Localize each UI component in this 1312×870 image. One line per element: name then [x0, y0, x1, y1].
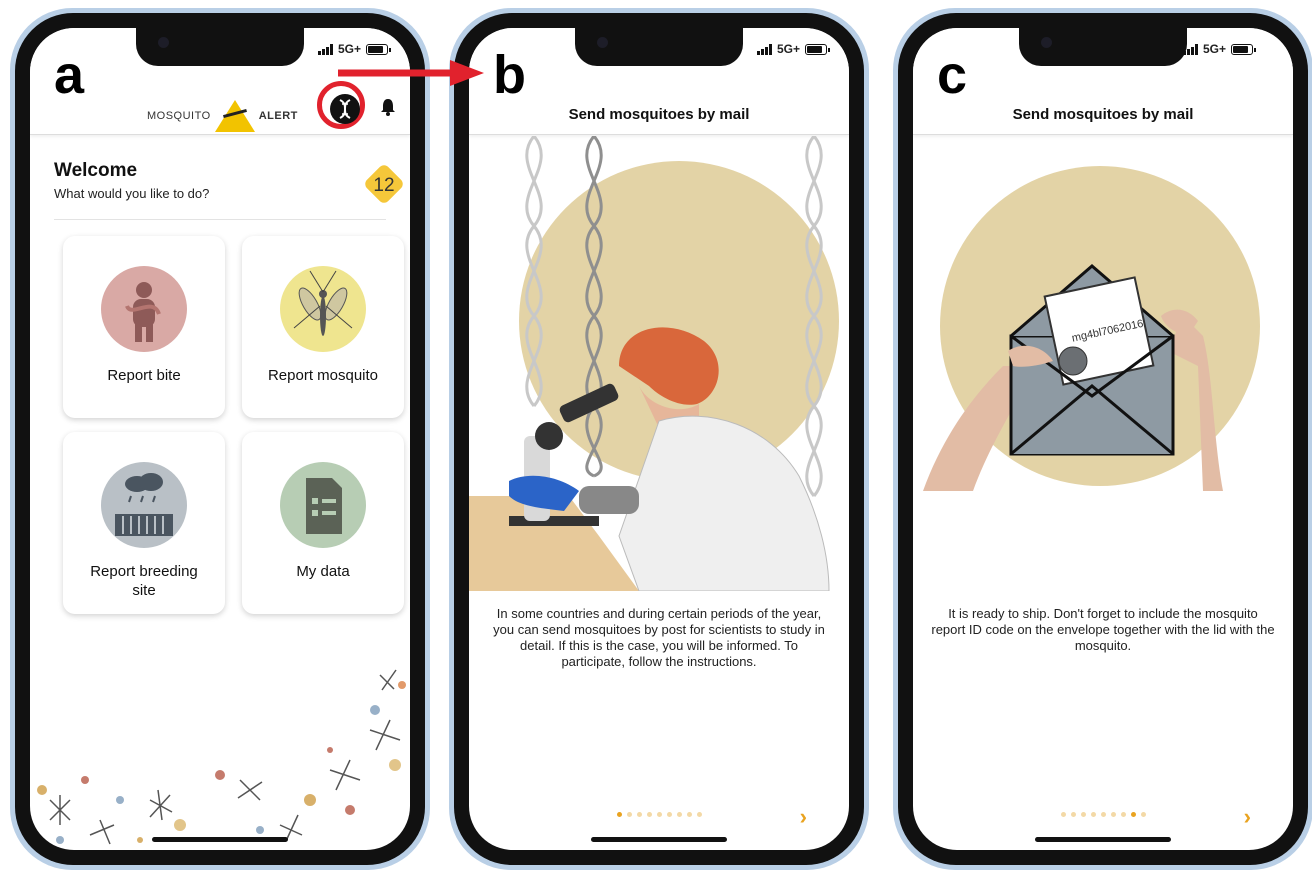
logo-text-right: ALERT — [258, 110, 298, 122]
signal-icon — [1182, 43, 1198, 55]
card-label: My data — [296, 563, 350, 580]
panel-letter: a — [54, 45, 85, 105]
phone-a: 5G+ a MOSQUITO ALERT Welcome What would … — [10, 8, 430, 870]
envelope-illustration: mg4bl7062016 — [923, 166, 1260, 491]
mosquito-icon — [280, 266, 366, 352]
page-dot[interactable] — [1130, 812, 1136, 817]
phone-c: 5G+ c Send mosquitoes by mail mg4bl70620… — [893, 8, 1312, 870]
network-label: 5G+ — [337, 42, 361, 56]
report-breeding-site-card[interactable]: Report breeding site — [63, 432, 225, 614]
decorative-mosquitoes — [37, 669, 406, 845]
scientist-microscope-illustration — [469, 136, 839, 591]
page-dot[interactable] — [646, 812, 652, 817]
sheet-description: It is ready to ship. Don't forget to inc… — [931, 606, 1275, 653]
page-dot[interactable] — [1080, 812, 1086, 817]
card-label: Report bite — [107, 367, 181, 384]
battery-icon — [1231, 43, 1256, 55]
page-dot[interactable] — [616, 812, 622, 817]
page-dot[interactable] — [686, 812, 692, 817]
document-icon — [280, 462, 366, 548]
page-dot[interactable] — [1140, 812, 1146, 817]
divider — [54, 219, 386, 220]
next-chevron-icon[interactable]: › — [1244, 804, 1251, 830]
home-indicator — [591, 837, 727, 842]
card-label: Report mosquito — [267, 367, 379, 384]
dna-icon — [339, 99, 351, 119]
page-dot[interactable] — [696, 812, 702, 817]
battery-icon — [366, 43, 391, 55]
mosquito-logo-icon — [214, 100, 255, 132]
dna-button[interactable] — [330, 94, 360, 124]
page-dot[interactable] — [1110, 812, 1116, 817]
status-bar: 5G+ — [756, 42, 830, 56]
report-mosquito-card[interactable]: Report mosquito — [242, 236, 404, 418]
status-bar: 5G+ — [1182, 42, 1256, 56]
page-dot[interactable] — [666, 812, 672, 817]
phone-b: 5G+ b Send mosquitoes by mail In some co… — [449, 8, 869, 870]
page-dot[interactable] — [1070, 812, 1076, 817]
report-bite-card[interactable]: Report bite — [63, 236, 225, 418]
battery-icon — [805, 43, 830, 55]
home-indicator — [1035, 837, 1171, 842]
welcome-title: Welcome — [54, 160, 138, 181]
breeding-site-icon — [101, 462, 187, 548]
logo-text-left: MOSQUITO — [147, 110, 211, 122]
page-indicator — [469, 804, 849, 822]
score-badge[interactable]: 12 — [361, 161, 407, 207]
page-dot[interactable] — [676, 812, 682, 817]
status-bar: 5G+ — [317, 42, 391, 56]
signal-icon — [317, 43, 333, 55]
app-logo: MOSQUITO ALERT — [147, 100, 298, 132]
sheet-description: In some countries and during certain per… — [493, 606, 825, 669]
sheet-title: Send mosquitoes by mail — [1012, 106, 1194, 123]
page-dot[interactable] — [1090, 812, 1096, 817]
score-value: 12 — [373, 175, 394, 196]
page-indicator — [913, 804, 1293, 822]
my-data-card[interactable]: My data — [242, 432, 404, 614]
page-dot[interactable] — [636, 812, 642, 817]
annotation-arrow — [338, 60, 484, 86]
network-label: 5G+ — [776, 42, 800, 56]
page-dot[interactable] — [1060, 812, 1066, 817]
home-screen: 5G+ a MOSQUITO ALERT Welcome What would … — [30, 28, 410, 850]
next-chevron-icon[interactable]: › — [800, 804, 807, 830]
onboarding-screen-start: 5G+ b Send mosquitoes by mail In some co… — [469, 28, 849, 850]
network-label: 5G+ — [1202, 42, 1226, 56]
signal-icon — [756, 43, 772, 55]
panel-letter: c — [937, 45, 968, 105]
onboarding-screen-end: 5G+ c Send mosquitoes by mail mg4bl70620… — [913, 28, 1293, 850]
page-dot[interactable] — [626, 812, 632, 817]
page-dot[interactable] — [1120, 812, 1126, 817]
card-label: Report breeding site — [90, 563, 198, 599]
sheet-title: Send mosquitoes by mail — [568, 106, 750, 123]
welcome-subtitle: What would you like to do? — [54, 186, 210, 201]
panel-letter: b — [493, 45, 526, 105]
home-indicator — [152, 837, 288, 842]
bite-icon — [101, 266, 187, 352]
page-dot[interactable] — [656, 812, 662, 817]
page-dot[interactable] — [1100, 812, 1106, 817]
bell-icon[interactable] — [380, 98, 396, 116]
